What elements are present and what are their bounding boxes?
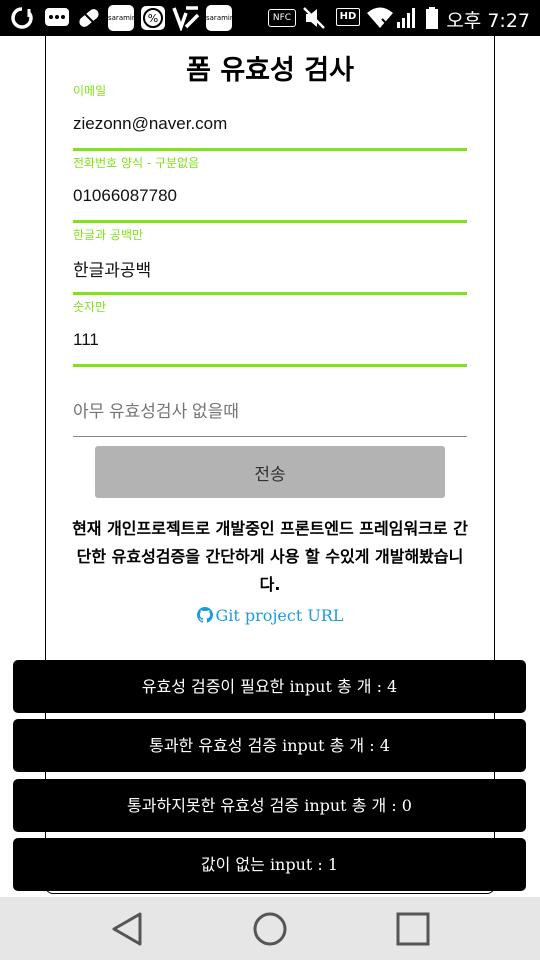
signal-icon bbox=[397, 8, 415, 28]
summary-required-count: 유효성 검증이 필요한 input 총 개 : 4 bbox=[13, 660, 526, 713]
number-input[interactable] bbox=[73, 326, 467, 354]
navigation-bar bbox=[0, 897, 540, 960]
email-valid-underline bbox=[73, 148, 467, 151]
saramin-icon: saramin bbox=[206, 5, 232, 31]
percent-icon: % bbox=[141, 6, 165, 30]
back-icon[interactable] bbox=[110, 911, 144, 947]
phone-valid-underline bbox=[73, 220, 467, 223]
free-label bbox=[73, 370, 467, 388]
summary-failed-count: 통과하지못한 유효성 검증 input 총 개 : 0 bbox=[13, 779, 526, 832]
free-input[interactable] bbox=[73, 398, 467, 426]
git-project-link[interactable]: Git project URL bbox=[45, 606, 495, 625]
hd-icon: HD bbox=[336, 8, 360, 26]
korean-field-group: 한글과 공백만 bbox=[73, 226, 467, 295]
email-input[interactable] bbox=[73, 110, 467, 138]
mute-icon bbox=[303, 7, 325, 29]
number-field-group: 숫자만 bbox=[73, 298, 467, 367]
phone-input[interactable] bbox=[73, 182, 467, 210]
free-underline bbox=[73, 436, 467, 437]
pill-icon bbox=[79, 9, 99, 27]
wifi-icon bbox=[367, 7, 393, 28]
korean-input[interactable] bbox=[73, 254, 467, 282]
github-icon bbox=[196, 607, 213, 623]
status-bar: saramin % saramin NFC HD 오후 7:27 bbox=[0, 0, 540, 36]
korean-label: 한글과 공백만 bbox=[73, 228, 144, 242]
korean-valid-underline bbox=[73, 292, 467, 295]
opera-icon bbox=[11, 7, 33, 29]
chat-icon bbox=[45, 8, 69, 26]
description-text: 현재 개인프로젝트로 개발중인 프론트엔드 프레임워크로 간단한 유효성검증을 … bbox=[72, 519, 468, 594]
status-time: 오후 7:27 bbox=[446, 10, 530, 32]
number-label: 숫자만 bbox=[73, 300, 107, 314]
summary-passed-count: 통과한 유효성 검증 input 총 개 : 4 bbox=[13, 719, 526, 772]
phone-field-group: 전화번호 양식 - 구분없음 bbox=[73, 154, 467, 223]
recent-apps-icon[interactable] bbox=[395, 911, 431, 947]
free-field-group bbox=[73, 370, 467, 437]
git-link-label: Git project URL bbox=[215, 606, 344, 625]
battery-icon bbox=[426, 7, 438, 29]
home-icon[interactable] bbox=[252, 911, 288, 947]
saramin-icon: saramin bbox=[108, 5, 134, 31]
email-label: 이메일 bbox=[73, 84, 107, 98]
email-field-group: 이메일 bbox=[73, 82, 467, 151]
svg-text:%: % bbox=[148, 12, 158, 25]
submit-button[interactable]: 전송 bbox=[95, 446, 445, 498]
nfc-icon: NFC bbox=[268, 9, 296, 27]
vector-icon bbox=[172, 6, 200, 31]
phone-label: 전화번호 양식 - 구분없음 bbox=[73, 156, 200, 170]
summary-empty-count: 값이 없는 input : 1 bbox=[13, 838, 526, 891]
number-valid-underline bbox=[73, 364, 467, 367]
